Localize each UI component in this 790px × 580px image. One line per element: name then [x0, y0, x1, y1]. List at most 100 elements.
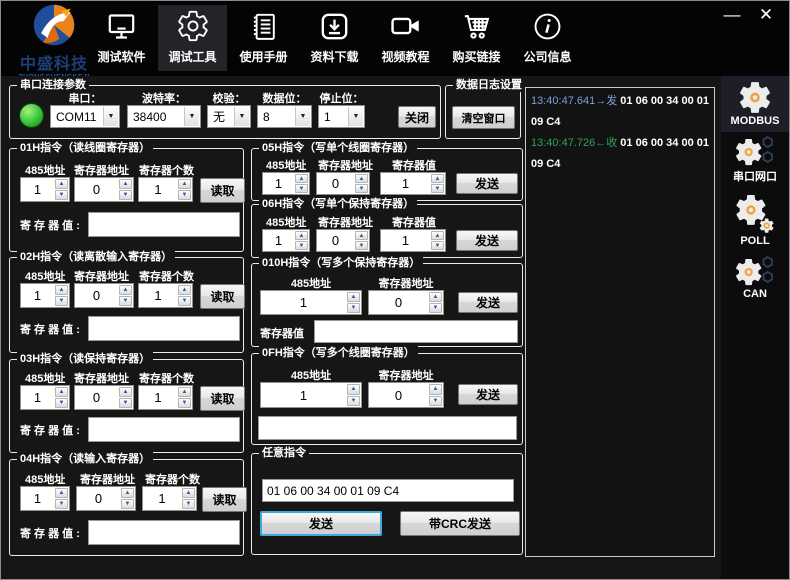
spinner-down-icon[interactable]: ▼: [431, 184, 444, 193]
spinner-up-icon[interactable]: ▲: [178, 387, 191, 397]
spinner-up-icon[interactable]: ▲: [355, 231, 368, 240]
spinner-up-icon[interactable]: ▲: [431, 174, 444, 183]
chevron-down-icon[interactable]: ▼: [184, 107, 199, 126]
485-address-spinner[interactable]: 1 ▲▼: [20, 486, 70, 511]
send-button[interactable]: 发送: [260, 511, 382, 536]
spinner-up-icon[interactable]: ▲: [55, 285, 68, 295]
register-count-spinner[interactable]: 1 ▲▼: [138, 385, 193, 410]
spinner-up-icon[interactable]: ▲: [431, 231, 444, 240]
spinner-up-icon[interactable]: ▲: [55, 179, 68, 189]
spinner-down-icon[interactable]: ▼: [55, 499, 68, 509]
spinner-up-icon[interactable]: ▲: [178, 179, 191, 189]
data-log-panel[interactable]: 13:40:47.641→发 01 06 00 34 00 01 09 C4 1…: [525, 87, 715, 557]
chevron-down-icon[interactable]: ▼: [234, 107, 249, 126]
spinner-down-icon[interactable]: ▼: [119, 190, 132, 200]
send-button[interactable]: 发送: [456, 173, 518, 194]
spinner-down-icon[interactable]: ▼: [178, 398, 191, 408]
toolbar-item-company-info[interactable]: 公司信息: [513, 5, 582, 71]
spinner-up-icon[interactable]: ▲: [347, 292, 360, 302]
spinner-up-icon[interactable]: ▲: [121, 488, 134, 498]
coil-values-input[interactable]: [258, 416, 517, 440]
spinner-up-icon[interactable]: ▲: [429, 292, 442, 302]
send-button[interactable]: 发送: [456, 230, 518, 251]
register-address-spinner[interactable]: 0 ▲▼: [74, 177, 134, 202]
chevron-down-icon[interactable]: ▼: [348, 107, 363, 126]
spinner-up-icon[interactable]: ▲: [355, 174, 368, 183]
485-address-spinner[interactable]: 1 ▲▼: [20, 283, 70, 308]
arbitrary-command-input[interactable]: [262, 479, 514, 502]
toolbar-item-user-manual[interactable]: 使用手册: [229, 5, 298, 71]
read-button[interactable]: 读取: [200, 284, 245, 309]
spinner-up-icon[interactable]: ▲: [119, 179, 132, 189]
spinner-up-icon[interactable]: ▲: [347, 384, 360, 395]
parity-select[interactable]: 无 ▼: [207, 105, 251, 128]
spinner-down-icon[interactable]: ▼: [355, 184, 368, 193]
send-with-crc-button[interactable]: 带CRC发送: [400, 511, 520, 536]
485-address-spinner[interactable]: 1 ▲▼: [260, 290, 362, 315]
spinner-up-icon[interactable]: ▲: [295, 231, 308, 240]
register-value-input[interactable]: [88, 316, 240, 341]
spinner-up-icon[interactable]: ▲: [119, 285, 132, 295]
close-button[interactable]: ✕: [755, 3, 777, 27]
toolbar-item-debug-tools[interactable]: 调试工具: [158, 5, 227, 71]
read-button[interactable]: 读取: [200, 178, 245, 203]
sidebar-item-modbus[interactable]: MODBUS: [721, 76, 789, 132]
spinner-up-icon[interactable]: ▲: [178, 285, 191, 295]
spinner-down-icon[interactable]: ▼: [347, 396, 360, 407]
spinner-up-icon[interactable]: ▲: [295, 174, 308, 183]
spinner-down-icon[interactable]: ▼: [55, 398, 68, 408]
baud-select[interactable]: 38400 ▼: [127, 105, 201, 128]
port-select[interactable]: COM11 ▼: [50, 105, 120, 128]
spinner-down-icon[interactable]: ▼: [119, 296, 132, 306]
register-address-spinner[interactable]: 0 ▲▼: [316, 172, 370, 195]
spinner-down-icon[interactable]: ▼: [429, 396, 442, 407]
spinner-down-icon[interactable]: ▼: [429, 303, 442, 313]
spinner-up-icon[interactable]: ▲: [119, 387, 132, 397]
close-port-button[interactable]: 关闭: [398, 106, 436, 128]
read-button[interactable]: 读取: [200, 386, 245, 411]
spinner-down-icon[interactable]: ▼: [347, 303, 360, 313]
register-address-spinner[interactable]: 0 ▲▼: [74, 385, 134, 410]
minimize-button[interactable]: —: [721, 3, 743, 27]
register-address-spinner[interactable]: 0 ▲▼: [368, 290, 444, 315]
spinner-down-icon[interactable]: ▼: [55, 296, 68, 306]
485-address-spinner[interactable]: 1 ▲▼: [262, 229, 310, 252]
spinner-down-icon[interactable]: ▼: [121, 499, 134, 509]
register-count-spinner[interactable]: 1 ▲▼: [138, 177, 193, 202]
spinner-down-icon[interactable]: ▼: [55, 190, 68, 200]
stopbits-select[interactable]: 1 ▼: [318, 105, 365, 128]
spinner-down-icon[interactable]: ▼: [119, 398, 132, 408]
spinner-down-icon[interactable]: ▼: [355, 241, 368, 250]
spinner-up-icon[interactable]: ▲: [182, 488, 195, 498]
register-count-spinner[interactable]: 1 ▲▼: [142, 486, 197, 511]
sidebar-item-can[interactable]: CAN: [721, 252, 789, 305]
spinner-down-icon[interactable]: ▼: [182, 499, 195, 509]
register-address-spinner[interactable]: 0 ▲▼: [368, 382, 444, 408]
spinner-up-icon[interactable]: ▲: [55, 488, 68, 498]
spinner-down-icon[interactable]: ▼: [431, 241, 444, 250]
spinner-down-icon[interactable]: ▼: [295, 184, 308, 193]
sidebar-item-poll[interactable]: POLL: [721, 189, 789, 252]
register-address-spinner[interactable]: 0 ▲▼: [76, 486, 136, 511]
register-value-input[interactable]: [88, 417, 240, 442]
send-button[interactable]: 发送: [458, 384, 518, 405]
toolbar-item-video-tutorials[interactable]: 视频教程: [371, 5, 440, 71]
485-address-spinner[interactable]: 1 ▲▼: [260, 382, 362, 408]
read-button[interactable]: 读取: [202, 487, 247, 512]
spinner-up-icon[interactable]: ▲: [429, 384, 442, 395]
send-button[interactable]: 发送: [458, 292, 518, 313]
chevron-down-icon[interactable]: ▼: [295, 107, 310, 126]
spinner-down-icon[interactable]: ▼: [178, 296, 191, 306]
register-count-spinner[interactable]: 1 ▲▼: [138, 283, 193, 308]
spinner-down-icon[interactable]: ▼: [178, 190, 191, 200]
spinner-up-icon[interactable]: ▲: [55, 387, 68, 397]
register-value-spinner[interactable]: 1 ▲▼: [380, 229, 446, 252]
register-value-input[interactable]: [88, 520, 240, 545]
register-address-spinner[interactable]: 0 ▲▼: [316, 229, 370, 252]
register-address-spinner[interactable]: 0 ▲▼: [74, 283, 134, 308]
databits-select[interactable]: 8 ▼: [257, 105, 312, 128]
485-address-spinner[interactable]: 1 ▲▼: [20, 177, 70, 202]
485-address-spinner[interactable]: 1 ▲▼: [20, 385, 70, 410]
toolbar-item-purchase-link[interactable]: 购买链接: [442, 5, 511, 71]
toolbar-item-test-software[interactable]: 测试软件: [87, 5, 156, 71]
